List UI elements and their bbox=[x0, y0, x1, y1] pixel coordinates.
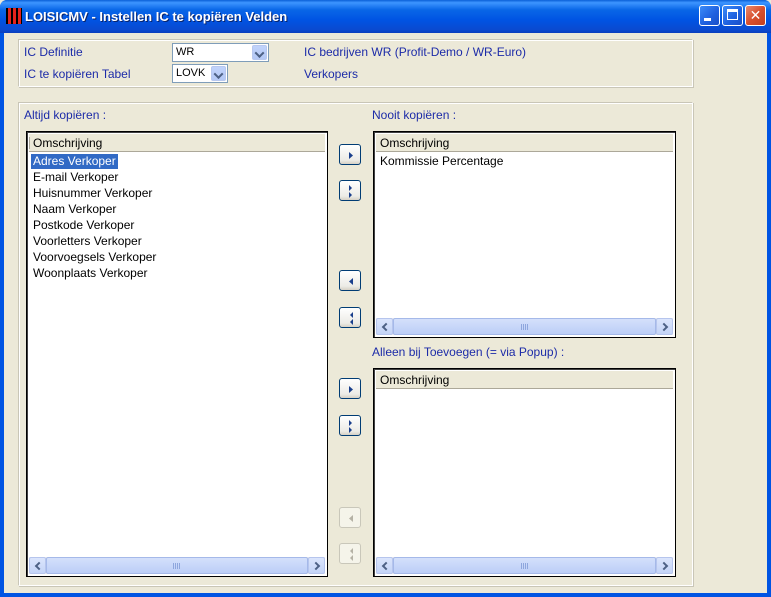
grip-icon bbox=[520, 563, 529, 569]
arrow-right-icon bbox=[349, 386, 353, 393]
close-button[interactable]: ✕ bbox=[745, 5, 766, 26]
tabel-value: LOVK bbox=[176, 67, 206, 79]
ic-bedrijven-text: IC bedrijven WR (Profit-Demo / WR-Euro) bbox=[304, 45, 527, 59]
list-item[interactable]: Postkode Verkoper bbox=[31, 218, 136, 233]
ic-definitie-value: WR bbox=[176, 46, 195, 58]
chevron-down-icon[interactable] bbox=[211, 66, 226, 81]
scroll-right-button[interactable] bbox=[656, 557, 673, 574]
list-item[interactable]: Adres Verkoper bbox=[31, 154, 118, 169]
nooit-kopieren-title: Nooit kopiëren : bbox=[372, 108, 457, 122]
list-item[interactable]: E-mail Verkoper bbox=[31, 170, 120, 185]
list-item[interactable]: Woonplaats Verkoper bbox=[31, 266, 150, 281]
horizontal-scrollbar[interactable] bbox=[29, 557, 325, 574]
scroll-thumb[interactable] bbox=[46, 557, 308, 574]
scroll-thumb[interactable] bbox=[393, 318, 656, 335]
minimize-button[interactable] bbox=[699, 5, 720, 26]
move-selected-from-popup-button[interactable] bbox=[339, 507, 361, 528]
application-window: LOISICMV - Instellen IC te kopiëren Veld… bbox=[0, 0, 771, 597]
ic-definitie-label: IC Definitie bbox=[24, 45, 83, 59]
list-item[interactable]: Voorletters Verkoper bbox=[31, 234, 144, 249]
client-area: IC Definitie WR IC te kopiëren Tabel LOV… bbox=[4, 33, 767, 593]
app-icon bbox=[6, 8, 22, 24]
horizontal-scrollbar[interactable] bbox=[376, 557, 673, 574]
window-title: LOISICMV - Instellen IC te kopiëren Veld… bbox=[25, 9, 288, 24]
list-item[interactable]: Voorvoegsels Verkoper bbox=[31, 250, 158, 265]
column-header-omschrijving: Omschrijving bbox=[33, 136, 103, 150]
arrow-left-icon bbox=[349, 515, 353, 522]
move-all-from-popup-button[interactable] bbox=[339, 543, 361, 564]
scroll-left-button[interactable] bbox=[29, 557, 46, 574]
tabel-label: IC te kopiëren Tabel bbox=[24, 67, 131, 81]
altijd-kopieren-title: Altijd kopiëren : bbox=[24, 108, 107, 122]
title-bar[interactable]: LOISICMV - Instellen IC te kopiëren Veld… bbox=[0, 0, 771, 33]
move-all-left-button[interactable] bbox=[339, 307, 361, 328]
scroll-right-button[interactable] bbox=[308, 557, 325, 574]
double-arrow-right-icon bbox=[349, 420, 352, 433]
grip-icon bbox=[520, 324, 529, 330]
move-all-right-button[interactable] bbox=[339, 180, 361, 201]
ic-definitie-select[interactable]: WR bbox=[172, 43, 269, 62]
minimize-icon bbox=[704, 18, 711, 21]
tabel-select[interactable]: LOVK bbox=[172, 64, 228, 83]
scroll-left-button[interactable] bbox=[376, 557, 393, 574]
alleen-bij-toevoegen-list[interactable]: Omschrijving bbox=[373, 368, 676, 577]
double-arrow-left-icon bbox=[350, 548, 353, 561]
scroll-thumb[interactable] bbox=[393, 557, 656, 574]
chevron-down-icon[interactable] bbox=[252, 45, 267, 60]
fields-group: Altijd kopiëren : Nooit kopiëren : Allee… bbox=[18, 102, 693, 586]
scroll-right-button[interactable] bbox=[656, 318, 673, 335]
horizontal-scrollbar[interactable] bbox=[376, 318, 673, 335]
list-header[interactable]: Omschrijving bbox=[29, 134, 325, 152]
move-selected-right-button[interactable] bbox=[339, 144, 361, 165]
arrow-left-icon bbox=[349, 278, 353, 285]
double-arrow-right-icon bbox=[349, 185, 352, 198]
list-item[interactable]: Naam Verkoper bbox=[31, 202, 118, 217]
list-header[interactable]: Omschrijving bbox=[376, 371, 673, 389]
maximize-icon bbox=[727, 9, 738, 20]
column-header-omschrijving: Omschrijving bbox=[380, 136, 450, 150]
double-arrow-left-icon bbox=[350, 312, 353, 325]
close-icon: ✕ bbox=[749, 7, 762, 23]
alleen-bij-toevoegen-title: Alleen bij Toevoegen (= via Popup) : bbox=[372, 345, 565, 359]
move-selected-to-popup-button[interactable] bbox=[339, 378, 361, 399]
list-item[interactable]: Huisnummer Verkoper bbox=[31, 186, 154, 201]
scroll-left-button[interactable] bbox=[376, 318, 393, 335]
list-header[interactable]: Omschrijving bbox=[376, 134, 673, 152]
altijd-kopieren-list[interactable]: Omschrijving Adres Verkoper E-mail Verko… bbox=[26, 131, 328, 577]
grip-icon bbox=[173, 563, 181, 569]
move-selected-left-button[interactable] bbox=[339, 270, 361, 291]
maximize-button[interactable] bbox=[722, 5, 743, 26]
tabel-description: Verkopers bbox=[304, 67, 359, 81]
nooit-kopieren-list[interactable]: Omschrijving Kommissie Percentage bbox=[373, 131, 676, 338]
column-header-omschrijving: Omschrijving bbox=[380, 373, 450, 387]
ic-settings-group: IC Definitie WR IC te kopiëren Tabel LOV… bbox=[18, 39, 693, 87]
arrow-right-icon bbox=[349, 152, 353, 159]
move-all-to-popup-button[interactable] bbox=[339, 415, 361, 436]
list-item[interactable]: Kommissie Percentage bbox=[378, 154, 505, 169]
